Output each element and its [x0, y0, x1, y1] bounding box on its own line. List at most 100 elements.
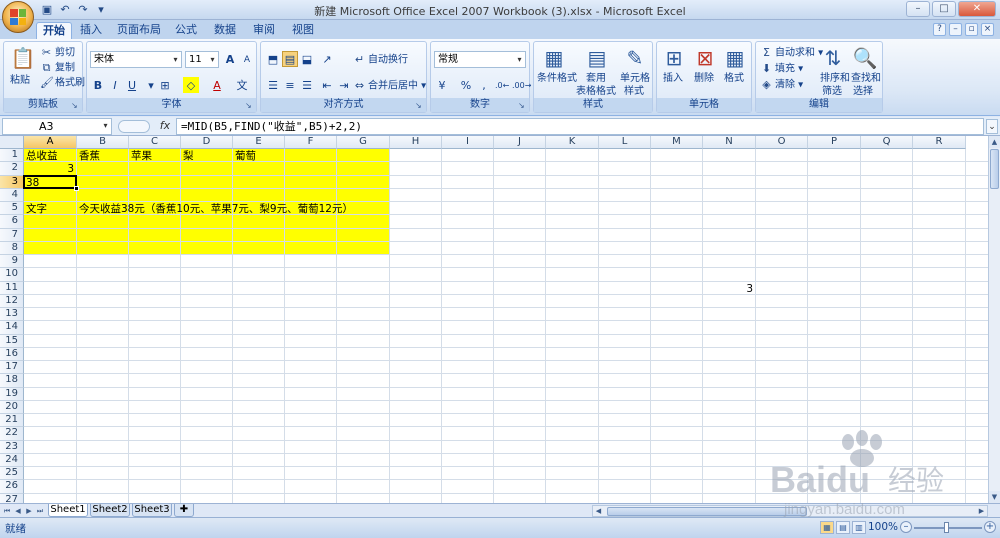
column-header-C[interactable]: C	[129, 136, 181, 149]
table-format-label-2[interactable]: 表格格式	[576, 85, 616, 98]
row-header-19[interactable]: 19	[0, 387, 24, 401]
row-header-16[interactable]: 16	[0, 347, 24, 361]
paste-button[interactable]: 粘贴	[10, 74, 30, 87]
align-right-icon[interactable]: ☰	[299, 77, 315, 93]
clear-button[interactable]: ◈ 清除 ▾	[760, 78, 803, 92]
row-header-27[interactable]: 27	[0, 493, 24, 503]
chevron-down-icon[interactable]: ▾	[100, 119, 111, 133]
table-format-label-1[interactable]: 套用	[586, 72, 606, 85]
wrap-text-button[interactable]: ↵ 自动换行	[353, 53, 408, 67]
italic-button[interactable]: I	[107, 77, 123, 93]
underline-button[interactable]: U	[124, 77, 140, 93]
help-icon[interactable]: ?	[933, 23, 946, 36]
find-select-label-1[interactable]: 查找和	[851, 72, 881, 85]
column-header-A[interactable]: A	[24, 136, 77, 149]
row-header-26[interactable]: 26	[0, 480, 24, 494]
align-middle-icon[interactable]: ▤	[282, 51, 298, 67]
find-select-icon[interactable]: 🔍	[850, 44, 880, 72]
zoom-in-icon[interactable]: +	[984, 521, 996, 533]
dialog-launcher-icon[interactable]: ↘	[415, 101, 424, 110]
column-header-D[interactable]: D	[181, 136, 233, 149]
grow-font-button[interactable]: A	[222, 51, 238, 67]
bold-button[interactable]: B	[90, 77, 106, 93]
sheet-tab-sheet3[interactable]: Sheet3	[132, 504, 172, 517]
row-header-13[interactable]: 13	[0, 308, 24, 322]
row-header-9[interactable]: 9	[0, 255, 24, 269]
sort-filter-label-1[interactable]: 排序和	[820, 72, 850, 85]
scroll-right-icon[interactable]: ▶	[976, 506, 987, 516]
font-name-select[interactable]: 宋体 ▾	[90, 51, 182, 68]
paste-icon[interactable]: 📋	[8, 44, 38, 72]
vertical-scroll-thumb[interactable]	[990, 149, 999, 189]
delete-cells-button[interactable]: 删除	[694, 72, 714, 85]
tab-formulas[interactable]: 公式	[168, 22, 204, 39]
cell-A5[interactable]: 文字	[26, 203, 47, 215]
row-header-12[interactable]: 12	[0, 294, 24, 308]
column-header-L[interactable]: L	[599, 136, 651, 149]
cell-style-label-1[interactable]: 单元格	[620, 72, 650, 85]
column-header-R[interactable]: R	[913, 136, 966, 149]
column-header-K[interactable]: K	[546, 136, 599, 149]
column-header-G[interactable]: G	[337, 136, 390, 149]
cell-C1[interactable]: 苹果	[131, 150, 152, 162]
number-format-select[interactable]: 常规 ▾	[434, 51, 526, 68]
tab-view[interactable]: 视图	[285, 22, 321, 39]
maximize-button[interactable]: □	[932, 1, 956, 17]
column-header-B[interactable]: B	[77, 136, 129, 149]
zoom-slider-thumb[interactable]	[944, 522, 949, 533]
new-sheet-icon[interactable]: ✚	[174, 504, 194, 517]
format-cells-icon[interactable]: ▦	[720, 44, 750, 72]
format-painter-button[interactable]: 🖌格式刷	[40, 76, 85, 90]
row-header-20[interactable]: 20	[0, 400, 24, 414]
column-header-P[interactable]: P	[808, 136, 861, 149]
tab-insert[interactable]: 插入	[74, 22, 108, 39]
dialog-launcher-icon[interactable]: ↘	[245, 101, 254, 110]
fill-color-icon[interactable]: ◇	[183, 77, 199, 93]
prev-sheet-icon[interactable]: ◀	[13, 505, 23, 517]
align-left-icon[interactable]: ☰	[265, 77, 281, 93]
row-header-21[interactable]: 21	[0, 414, 24, 428]
sort-filter-label-2[interactable]: 筛选	[822, 85, 842, 98]
align-top-icon[interactable]: ⬒	[265, 51, 281, 67]
find-select-label-2[interactable]: 选择	[853, 85, 873, 98]
copy-button[interactable]: ⧉ 复制	[40, 61, 75, 75]
comma-button[interactable]: ,	[476, 77, 492, 93]
merge-center-button[interactable]: ⇔ 合并后居中 ▾	[353, 79, 426, 93]
cell-A1[interactable]: 总收益	[26, 150, 58, 162]
sort-filter-icon[interactable]: ⇅	[818, 44, 848, 72]
tab-review[interactable]: 审阅	[246, 22, 282, 39]
select-all-button[interactable]	[0, 136, 24, 149]
dialog-launcher-icon[interactable]: ↘	[71, 101, 80, 110]
name-box[interactable]: A3	[2, 118, 112, 135]
worksheet-grid[interactable]: ABCDEFGHIJKLMNOPQR 1 2 3 4 5 6 7 8 9 10 11 12 13 14 15…	[0, 136, 988, 503]
insert-function-button[interactable]: fx	[157, 119, 173, 133]
cell-B5[interactable]: 今天收益38元（香蕉10元、苹果7元、梨9元、葡萄12元）	[79, 203, 353, 215]
scroll-up-icon[interactable]: ▲	[989, 136, 1000, 148]
increase-indent-icon[interactable]: ⇥	[336, 77, 352, 93]
fill-handle[interactable]	[74, 185, 79, 191]
formula-bar-grip[interactable]	[118, 120, 150, 133]
cell-D1[interactable]: 梨	[183, 150, 194, 162]
restore-workbook-icon[interactable]: ▫	[965, 23, 978, 36]
column-header-O[interactable]: O	[756, 136, 808, 149]
tab-data[interactable]: 数据	[207, 22, 243, 39]
row-header-24[interactable]: 24	[0, 453, 24, 467]
minimize-workbook-icon[interactable]: –	[949, 23, 962, 36]
decrease-decimal-icon[interactable]: .00→	[511, 77, 531, 93]
borders-icon[interactable]: ⊞	[157, 77, 173, 93]
column-header-H[interactable]: H	[390, 136, 442, 149]
scroll-down-icon[interactable]: ▼	[989, 491, 1000, 503]
row-header-23[interactable]: 23	[0, 440, 24, 454]
insert-cells-icon[interactable]: ⊞	[659, 44, 689, 72]
sheet-tab-sheet1[interactable]: Sheet1	[48, 504, 88, 517]
page-layout-view-icon[interactable]: ▤	[836, 521, 850, 534]
insert-cells-button[interactable]: 插入	[663, 72, 683, 85]
column-header-I[interactable]: I	[442, 136, 494, 149]
first-sheet-icon[interactable]: ⏮	[2, 505, 12, 517]
conditional-format-icon[interactable]: ▦	[539, 44, 569, 72]
minimize-button[interactable]: –	[906, 1, 930, 17]
percent-button[interactable]: %	[458, 77, 474, 93]
column-header-N[interactable]: N	[703, 136, 756, 149]
conditional-format-button[interactable]: 条件格式	[537, 72, 577, 85]
formula-input[interactable]: =MID(B5,FIND("收益",B5)+2,2)	[176, 118, 984, 135]
